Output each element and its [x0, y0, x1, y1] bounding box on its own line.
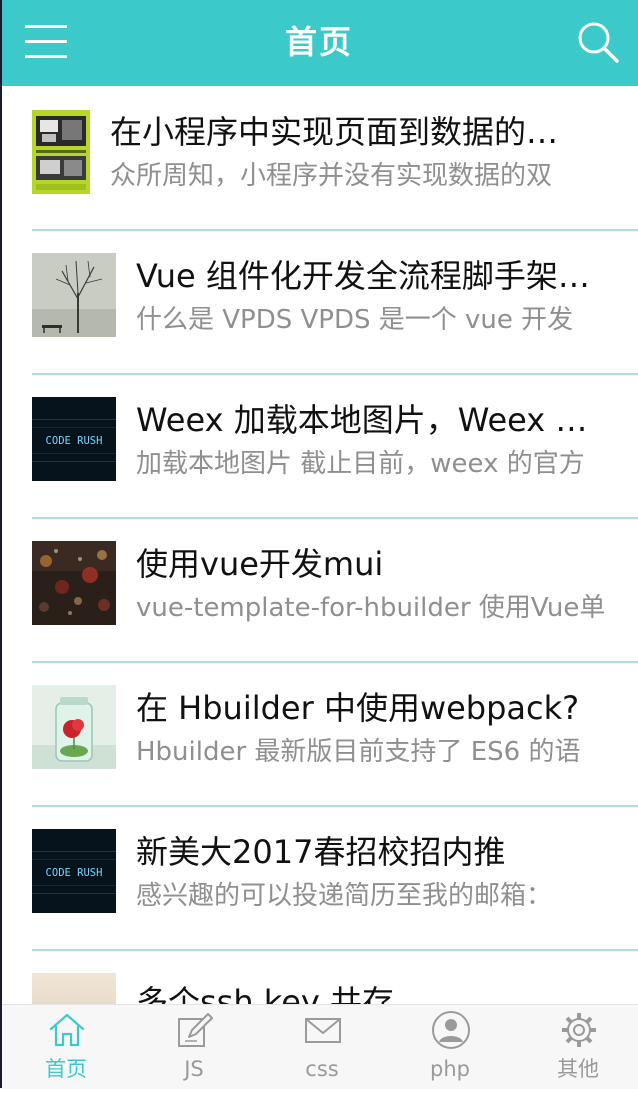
article-title: 在 Hbuilder 中使用webpack? — [136, 689, 580, 727]
article-title: Vue 组件化开发全流程脚手架… — [136, 257, 590, 295]
tab-label: css — [305, 1057, 339, 1081]
tab-label: JS — [184, 1057, 204, 1081]
article-title: 新美大2017春招校招内推 — [136, 833, 506, 871]
user-icon — [432, 1011, 470, 1049]
bare-tree-thumbnail — [32, 253, 116, 337]
article-description: vue-template-for-hbuilder 使用Vue单 — [136, 593, 606, 623]
tab-css[interactable]: css — [258, 1005, 386, 1089]
tab-label: 其他 — [557, 1057, 599, 1081]
search-icon — [578, 22, 619, 63]
book-cover-thumbnail — [32, 110, 90, 194]
article-description: 众所周知，小程序并没有实现数据的双 — [110, 161, 553, 191]
list-item[interactable]: 在 Hbuilder 中使用webpack? Hbuilder 最新版目前支持了… — [0, 662, 638, 807]
window-left-edge — [0, 0, 2, 1088]
list-item[interactable]: 在小程序中实现页面到数据的… 众所周知，小程序并没有实现数据的双 — [0, 86, 638, 231]
home-icon — [49, 1013, 85, 1047]
article-description: Hbuilder 最新版目前支持了 ES6 的语 — [136, 737, 581, 767]
article-description: 加载本地图片 截止目前，weex 的官方 — [136, 449, 585, 479]
article-description: 什么是 VPDS VPDS 是一个 vue 开发 — [136, 305, 574, 335]
list-item[interactable]: CODE RUSH 新美大2017春招校招内推 感兴趣的可以投递简历至我的邮箱： — [0, 806, 638, 951]
article-title: Weex 加载本地图片，Weex … — [136, 401, 588, 439]
tab-other[interactable]: 其他 — [514, 1005, 638, 1089]
mail-icon — [305, 1018, 341, 1043]
edit-icon — [178, 1013, 213, 1047]
code-rush-text: CODE RUSH — [46, 867, 103, 879]
list-item[interactable]: 使用vue开发mui vue-template-for-hbuilder 使用V… — [0, 518, 638, 663]
flower-jar-thumbnail — [32, 685, 116, 769]
gear-icon — [562, 1013, 596, 1047]
code-rush-text: CODE RUSH — [46, 435, 103, 447]
tab-php[interactable]: php — [386, 1005, 514, 1089]
code-rush-thumbnail: CODE RUSH — [32, 397, 116, 481]
code-rush-thumbnail: CODE RUSH — [32, 829, 116, 913]
tab-label: php — [430, 1057, 470, 1081]
rainy-window-thumbnail — [32, 541, 116, 625]
list-item[interactable]: CODE RUSH Weex 加载本地图片，Weex … 加载本地图片 截止目前… — [0, 374, 638, 519]
nav-header: 首页 — [0, 0, 638, 86]
list-item[interactable]: Vue 组件化开发全流程脚手架… 什么是 VPDS VPDS 是一个 vue 开… — [0, 230, 638, 375]
tab-home[interactable]: 首页 — [2, 1005, 130, 1089]
article-title: 在小程序中实现页面到数据的… — [110, 113, 559, 151]
tab-label: 首页 — [45, 1057, 87, 1081]
tab-js[interactable]: JS — [130, 1005, 258, 1089]
bottom-tab-bar: 首页 JS css php 其他 — [0, 1004, 638, 1089]
page-title: 首页 — [284, 23, 353, 61]
article-title: 使用vue开发mui — [136, 545, 384, 583]
search-button[interactable] — [572, 16, 624, 68]
article-description: 感兴趣的可以投递简历至我的邮箱： — [136, 881, 553, 911]
